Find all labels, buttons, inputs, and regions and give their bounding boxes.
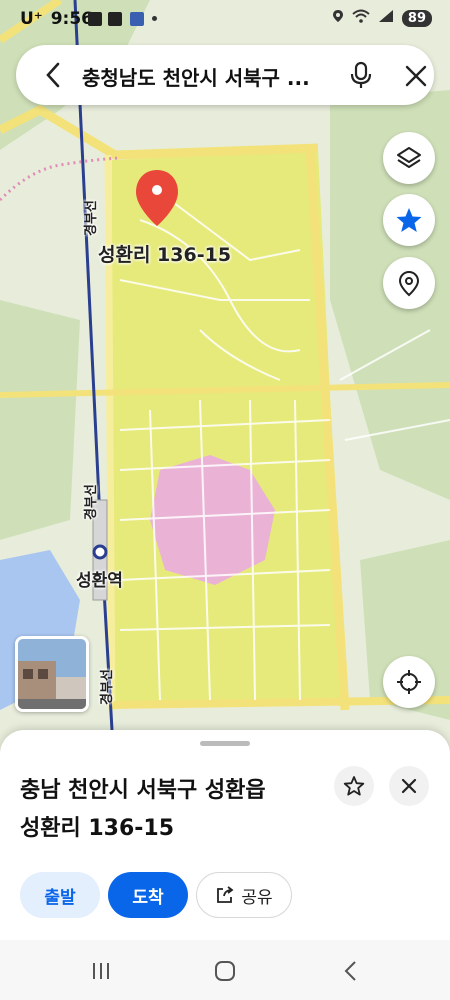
back-nav-button[interactable] <box>338 958 364 984</box>
railway-label: 경부선 <box>84 484 99 520</box>
station-label: 성환역 <box>76 571 123 591</box>
search-bar[interactable]: 충청남도 천안시 서북구 ... <box>16 45 434 105</box>
sheet-drag-handle[interactable] <box>200 741 250 746</box>
back-arrow-icon <box>46 62 60 88</box>
carrier-label: U⁺ <box>20 9 43 29</box>
place-detail-sheet[interactable]: 충남 천안시 서북구 성환읍 성환리 136-15 출발 도착 공유 <box>0 730 450 940</box>
railway-label: 경부선 <box>100 669 115 705</box>
recent-apps-icon <box>93 963 109 979</box>
close-icon <box>401 778 417 794</box>
layers-icon <box>397 147 421 168</box>
location-pin-icon[interactable] <box>134 168 180 230</box>
star-outline-icon <box>343 776 365 796</box>
map-pin-outline-icon <box>398 270 420 297</box>
star-icon <box>396 208 422 232</box>
location-status-icon <box>332 9 344 27</box>
chevron-left-icon <box>344 961 356 981</box>
share-label: 공유 <box>241 887 273 908</box>
search-query-text[interactable]: 충청남도 천안시 서북구 ... <box>82 62 330 91</box>
favorites-button[interactable] <box>383 194 435 246</box>
share-icon <box>217 886 234 903</box>
notification-dot-icon <box>152 16 157 21</box>
status-time: 9:56 <box>50 9 93 29</box>
saved-places-button[interactable] <box>383 257 435 309</box>
microphone-icon <box>350 61 372 88</box>
system-navigation-bar <box>0 940 450 1000</box>
home-icon <box>215 961 235 981</box>
signal-icon <box>378 9 394 27</box>
battery-icon: 89 <box>401 9 432 27</box>
back-button[interactable] <box>40 59 68 91</box>
wifi-icon <box>352 9 370 27</box>
street-view-thumbnail[interactable] <box>15 636 89 712</box>
recent-apps-button[interactable] <box>88 958 114 984</box>
app-notification-icon <box>88 12 102 26</box>
home-button[interactable] <box>212 958 238 984</box>
clear-search-button[interactable] <box>402 62 430 90</box>
place-address: 충남 천안시 서북구 성환읍 성환리 136-15 <box>20 772 320 848</box>
close-sheet-button[interactable] <box>389 766 429 806</box>
pin-address-label: 성환리 136-15 <box>98 244 232 266</box>
depart-button[interactable]: 출발 <box>20 872 100 918</box>
save-place-button[interactable] <box>334 766 374 806</box>
my-location-button[interactable] <box>383 656 435 708</box>
layers-button[interactable] <box>383 132 435 184</box>
share-button[interactable]: 공유 <box>196 872 292 918</box>
status-bar: U⁺ 9:56 89 <box>0 0 450 40</box>
arrive-button[interactable]: 도착 <box>108 872 188 918</box>
close-icon <box>405 65 427 87</box>
app-notification-icon <box>130 12 144 26</box>
address-line-2: 성환리 136-15 <box>20 816 175 841</box>
app-notification-icon <box>108 12 122 26</box>
railway-label: 경부선 <box>84 200 99 236</box>
voice-search-button[interactable] <box>346 60 376 90</box>
map-view[interactable]: 성환리 136-15 성환역 경부선 경부선 경부선 <box>0 0 450 760</box>
crosshair-icon <box>397 670 421 694</box>
address-line-1: 충남 천안시 서북구 성환읍 <box>20 778 266 803</box>
